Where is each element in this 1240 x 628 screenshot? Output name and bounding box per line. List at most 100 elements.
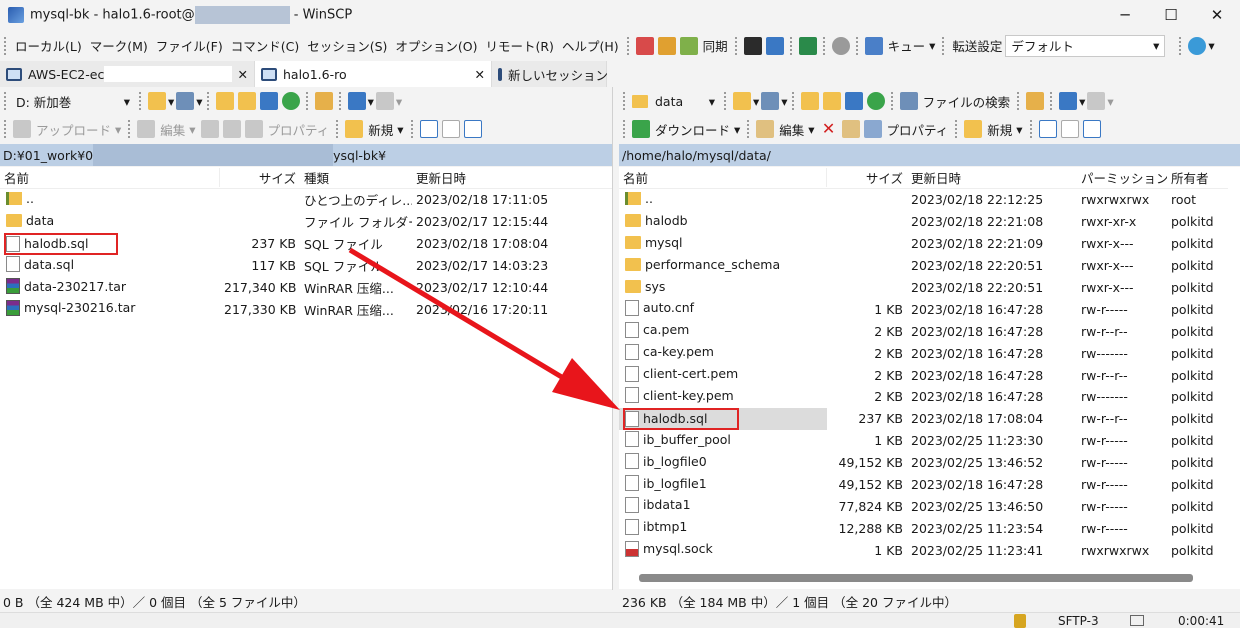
col-date[interactable]: 更新日時 xyxy=(907,168,1077,187)
file-row[interactable]: .. 2023/02/18 22:12:25 rwxrwxrwx root xyxy=(619,189,1228,211)
left-drive-select[interactable]: D: 新加巻 ▾ xyxy=(11,90,135,112)
edit-icon[interactable] xyxy=(756,120,775,138)
tree-icon[interactable] xyxy=(1026,92,1045,110)
chevron-down-icon[interactable]: ▾ xyxy=(753,94,759,109)
chevron-down-icon[interactable]: ▾ xyxy=(196,94,202,109)
sync-button[interactable]: 同期 xyxy=(700,36,731,55)
new-button[interactable]: 新規 ▾ xyxy=(365,120,406,139)
right-path-bar[interactable]: /home/halo/mysql/data/ xyxy=(619,144,1240,166)
select-all-icon[interactable] xyxy=(1038,120,1057,138)
root-dir-icon[interactable] xyxy=(822,92,841,110)
unselect-icon[interactable] xyxy=(441,120,460,138)
right-vertical-scrollbar[interactable] xyxy=(1228,167,1240,567)
refresh-icon[interactable] xyxy=(866,92,885,110)
preferences-icon[interactable] xyxy=(798,36,817,55)
file-row[interactable]: ca.pem 2 KB 2023/02/18 16:47:28 rw-r--r-- po… xyxy=(619,320,1228,342)
file-row[interactable]: .. ひとつ上のディレ... 2023/02/18 17:11:05 xyxy=(0,189,612,211)
col-size[interactable]: サイズ xyxy=(827,168,907,187)
file-row[interactable]: ib_buffer_pool 1 KB 2023/02/25 11:23:30 rw-… xyxy=(619,430,1228,452)
sync-browse-icon[interactable] xyxy=(657,36,676,55)
refresh-icon[interactable] xyxy=(281,92,300,110)
chevron-down-icon[interactable]: ▾ xyxy=(396,94,402,109)
new-icon[interactable] xyxy=(345,120,364,138)
properties-icon[interactable] xyxy=(863,120,882,138)
home-icon[interactable] xyxy=(259,92,278,110)
tree-icon[interactable] xyxy=(314,92,333,110)
col-permissions[interactable]: パーミッション xyxy=(1077,168,1167,187)
scrollbar-thumb[interactable] xyxy=(639,574,1193,582)
new-icon[interactable] xyxy=(964,120,983,138)
chevron-down-icon[interactable]: ▾ xyxy=(781,94,787,109)
menu-command[interactable]: コマンド(C) xyxy=(227,36,303,55)
globe-icon[interactable] xyxy=(1188,36,1207,55)
file-row[interactable]: client-key.pem 2 KB 2023/02/18 16:47:28 rw-… xyxy=(619,386,1228,408)
putty-icon[interactable] xyxy=(765,36,784,55)
filter-icon[interactable] xyxy=(176,92,195,110)
file-row[interactable]: mysql-230216.tar 217,330 KB WinRAR 压缩... 20… xyxy=(0,298,612,320)
col-owner[interactable]: 所有者 xyxy=(1167,168,1228,187)
properties-button[interactable]: プロパティ xyxy=(884,120,952,139)
close-icon[interactable]: ✕ xyxy=(238,67,248,82)
new-button[interactable]: 新規 ▾ xyxy=(984,120,1025,139)
file-row[interactable]: ib_logfile1 49,152 KB 2023/02/18 16:47:28 r… xyxy=(619,474,1228,496)
filter-icon[interactable] xyxy=(761,92,780,110)
tab-halo-session[interactable]: halo1.6-ro ✕ xyxy=(255,61,492,87)
compare-dirs-icon[interactable] xyxy=(635,36,654,55)
transfer-settings-select[interactable]: デフォルト ▾ xyxy=(1005,34,1166,57)
file-row[interactable]: data.sql 117 KB SQL ファイル 2023/02/17 14:03:2… xyxy=(0,255,612,277)
edit-button[interactable]: 編集 ▾ xyxy=(776,120,817,139)
file-row[interactable]: performance_schema 2023/02/18 22:20:51 rwx… xyxy=(619,255,1228,277)
file-row[interactable]: data ファイル フォルダー 2023/02/17 12:15:44 xyxy=(0,211,612,233)
filter-select-icon[interactable] xyxy=(463,120,482,138)
find-files-icon[interactable] xyxy=(899,92,918,110)
file-row[interactable]: ibdata1 77,824 KB 2023/02/25 13:46:50 rw-r-… xyxy=(619,495,1228,517)
open-folder-icon[interactable] xyxy=(733,92,751,110)
unselect-icon[interactable] xyxy=(1060,120,1079,138)
menu-options[interactable]: オプション(O) xyxy=(391,36,481,55)
file-row[interactable]: data-230217.tar 217,340 KB WinRAR 压缩... 202… xyxy=(0,277,612,299)
file-row[interactable]: mysql 2023/02/18 22:21:09 rwxr-x--- polkitd xyxy=(619,233,1228,255)
download-button[interactable]: ダウンロード ▾ xyxy=(652,120,743,139)
file-row[interactable]: ca-key.pem 2 KB 2023/02/18 16:47:28 rw-----… xyxy=(619,342,1228,364)
file-row[interactable]: sys 2023/02/18 22:20:51 rwxr-x--- polkitd xyxy=(619,277,1228,299)
chevron-down-icon[interactable]: ▾ xyxy=(1079,94,1085,109)
col-date[interactable]: 更新日時 xyxy=(412,168,602,187)
col-name[interactable]: 名前 xyxy=(619,168,827,187)
maximize-button[interactable]: ☐ xyxy=(1148,0,1194,30)
rename-icon[interactable] xyxy=(841,120,860,138)
chevron-down-icon[interactable]: ▾ xyxy=(368,94,374,109)
menu-session[interactable]: セッション(S) xyxy=(303,36,391,55)
file-row[interactable]: client-cert.pem 2 KB 2023/02/18 16:47:28 rw… xyxy=(619,364,1228,386)
minimize-button[interactable]: ─ xyxy=(1102,0,1148,30)
chevron-down-icon[interactable]: ▾ xyxy=(1107,94,1113,109)
col-name[interactable]: 名前 xyxy=(0,168,220,187)
menu-mark[interactable]: マーク(M) xyxy=(86,36,152,55)
file-row[interactable]: halodb.sql 237 KB SQL ファイル 2023/02/18 17:08… xyxy=(0,232,612,255)
col-size[interactable]: サイズ xyxy=(220,168,300,187)
file-row[interactable]: halodb 2023/02/18 22:21:08 rwxr-xr-x polkit… xyxy=(619,211,1228,233)
queue-button[interactable]: キュー ▾ xyxy=(885,36,939,55)
home-icon[interactable] xyxy=(844,92,863,110)
forward-arrow-icon[interactable] xyxy=(375,92,394,110)
delete-icon[interactable]: ✕ xyxy=(820,120,838,138)
close-icon[interactable]: ✕ xyxy=(475,67,485,82)
tab-new-session[interactable]: 新しいセッション xyxy=(492,61,608,87)
terminal-icon[interactable] xyxy=(743,36,762,55)
forward-arrow-icon[interactable] xyxy=(1087,92,1106,110)
download-icon[interactable] xyxy=(632,120,650,138)
right-dir-select[interactable]: data ▾ xyxy=(650,90,720,112)
find-files-button[interactable]: ファイルの検索 xyxy=(920,92,1014,111)
file-row[interactable]: auto.cnf 1 KB 2023/02/18 16:47:28 rw-r-----… xyxy=(619,298,1228,320)
close-button[interactable]: ✕ xyxy=(1194,0,1240,30)
chevron-down-icon[interactable]: ▾ xyxy=(168,94,174,109)
menu-file[interactable]: ファイル(F) xyxy=(152,36,227,55)
file-row[interactable]: ibtmp1 12,288 KB 2023/02/25 11:23:54 rw-r--… xyxy=(619,517,1228,539)
left-path-bar[interactable]: D:¥01_work¥0 ysql-bk¥ xyxy=(0,144,612,166)
open-folder-icon[interactable] xyxy=(148,92,166,110)
filter-select-icon[interactable] xyxy=(1082,120,1101,138)
menu-local[interactable]: ローカル(L) xyxy=(11,36,86,55)
parent-dir-icon[interactable] xyxy=(800,92,819,110)
menu-help[interactable]: ヘルプ(H) xyxy=(558,36,623,55)
col-type[interactable]: 種類 xyxy=(300,168,412,187)
root-dir-icon[interactable] xyxy=(237,92,256,110)
